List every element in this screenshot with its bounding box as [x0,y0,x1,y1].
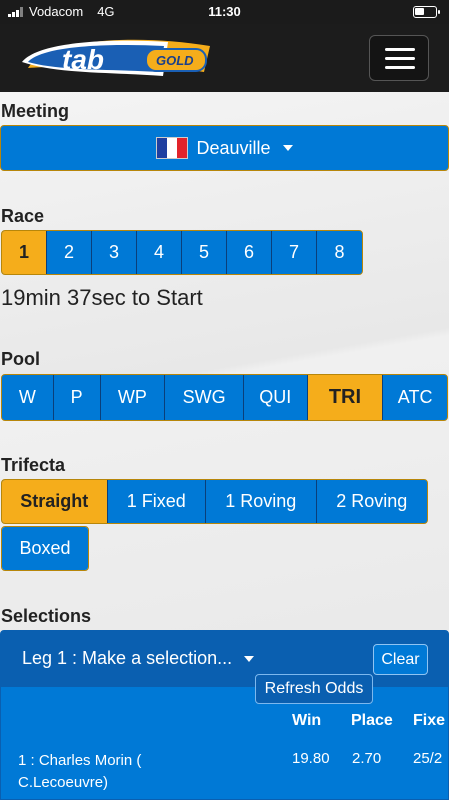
race-button-5[interactable]: 5 [182,231,227,274]
menu-line [385,66,415,69]
trifecta-button-boxed[interactable]: Boxed [2,527,88,570]
race-countdown: 19min 37sec to Start [1,285,203,310]
caret-down-icon [244,655,255,662]
meeting-label: Meeting [1,101,70,121]
race-selector: 1 2 3 4 5 6 7 8 [1,230,363,275]
meeting-selected: Deauville [196,137,271,158]
clear-button[interactable]: Clear [373,644,428,675]
logo-text: tab [62,44,104,75]
pool-button-atc[interactable]: ATC [383,375,447,420]
pool-button-qui[interactable]: QUI [243,375,308,420]
column-header-place: Place [351,712,393,729]
trifecta-selector-row2: Boxed [1,526,89,571]
pool-button-swg[interactable]: SWG [165,375,244,420]
column-header-fixed: Fixe [413,712,446,729]
race-button-4[interactable]: 4 [137,231,182,274]
tab-gold-logo[interactable]: tab GOLD [18,32,213,82]
pool-label: Pool [1,349,40,369]
trifecta-button-2-roving[interactable]: 2 Roving [316,480,427,523]
race-button-2[interactable]: 2 [47,231,92,274]
trifecta-selector: Straight 1 Fixed 1 Roving 2 Roving [1,479,428,524]
caret-down-icon [282,145,293,151]
refresh-odds-button[interactable]: Refresh Odds [255,674,373,704]
meeting-dropdown[interactable]: Deauville [0,125,449,171]
race-label: Race [1,206,45,226]
leg-header: Leg 1 : Make a selection... Clear [1,631,448,687]
race-button-8[interactable]: 8 [317,231,362,274]
menu-line [385,48,415,51]
selections-label: Selections [1,606,92,626]
france-flag-icon [156,137,189,159]
trifecta-button-1-roving[interactable]: 1 Roving [206,480,317,523]
pool-button-w[interactable]: W [2,375,54,420]
hamburger-menu-button[interactable] [369,35,429,81]
pool-button-tri[interactable]: TRI [307,375,384,420]
race-button-3[interactable]: 3 [92,231,137,274]
trifecta-label: Trifecta [1,455,66,475]
logo-badge: GOLD [156,53,194,68]
runner-place-odds[interactable]: 2.70 [352,750,381,767]
main-content: Meeting Deauville Race 1 2 3 4 5 6 7 8 1… [0,92,449,800]
status-time: 11:30 [208,4,241,19]
status-bar: Vodacom 4G 11:30 [0,0,449,24]
top-navbar: tab GOLD [0,24,449,92]
leg-title-text: Leg 1 : Make a selection... [22,648,233,668]
trifecta-button-1-fixed[interactable]: 1 Fixed [107,480,207,523]
leg-selector-dropdown[interactable]: Leg 1 : Make a selection... [22,648,255,669]
pool-button-wp[interactable]: WP [100,375,166,420]
selections-panel: Leg 1 : Make a selection... Clear Refres… [0,630,449,800]
column-header-win: Win [292,712,322,729]
race-button-6[interactable]: 6 [227,231,272,274]
pool-button-p[interactable]: P [53,375,101,420]
race-button-7[interactable]: 7 [272,231,317,274]
menu-line [385,57,415,60]
runner-win-odds[interactable]: 19.80 [292,750,330,767]
trifecta-button-straight[interactable]: Straight [2,480,108,523]
runner-fixed-odds[interactable]: 25/2 [413,750,442,767]
pool-selector: W P WP SWG QUI TRI ATC [1,374,448,421]
battery-icon [413,6,440,18]
race-button-1[interactable]: 1 [2,231,47,274]
runner-name[interactable]: 1 : Charles Morin ( C.Lecoeuvre) [18,750,168,794]
